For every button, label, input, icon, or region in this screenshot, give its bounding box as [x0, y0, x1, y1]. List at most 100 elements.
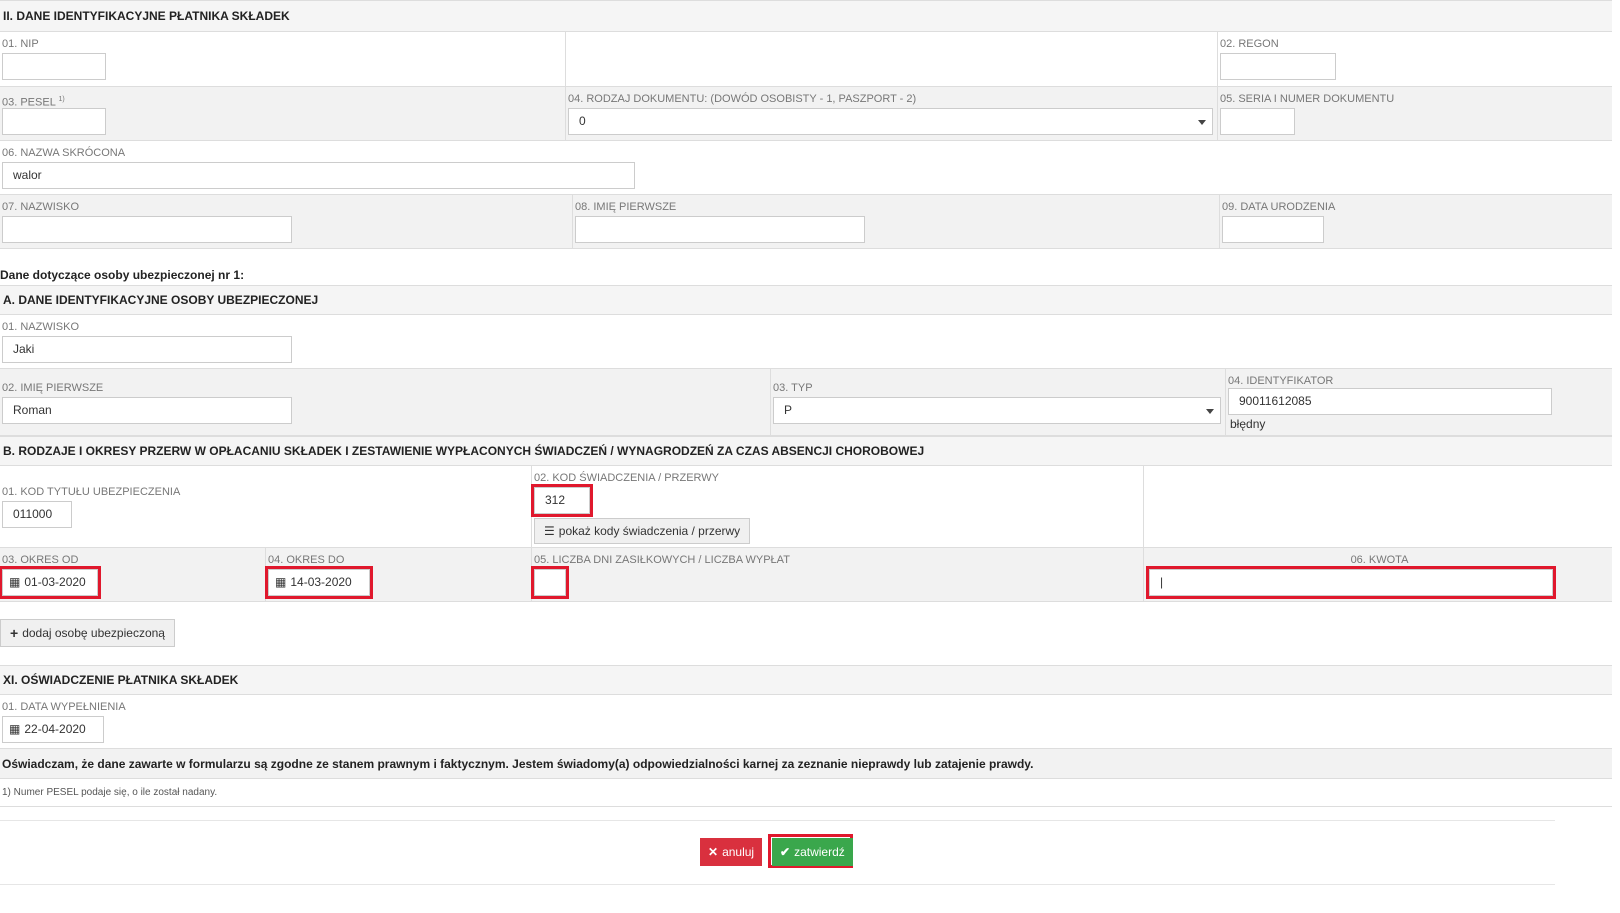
form-footer: ✕ anuluj ✔ zatwierdź [0, 820, 1555, 885]
days-input[interactable] [531, 566, 569, 599]
calendar-icon: ▦ [9, 722, 21, 736]
cell-doc-type: 04. RODZAJ DOKUMENTU: (DOWÓD OSOBISTY - … [566, 87, 1218, 140]
nip-input[interactable] [2, 53, 106, 80]
amount-input[interactable]: | [1146, 566, 1556, 599]
footnote-text: 1) Numer PESEL podaje się, o ile został … [2, 787, 218, 798]
list-icon: ☰ [544, 524, 555, 538]
row-payer-names: 07. NAZWISKO 08. IMIĘ PIERWSZE 09. DATA … [0, 195, 1612, 249]
period-to-value: 14-03-2020 [290, 575, 352, 589]
benefit-code-input[interactable]: 312 [531, 484, 593, 517]
cell-regon: 02. REGON [1218, 32, 1612, 86]
insured-id-input[interactable]: 90011612085 [1228, 388, 1552, 415]
row-fill-date: 01. DATA WYPEŁNIENIA ▦ 22-04-2020 [0, 695, 1612, 749]
add-person-button[interactable]: + dodaj osobę ubezpieczoną [0, 619, 175, 647]
cell-payer-surname: 07. NAZWISKO [0, 195, 573, 248]
statement-row: Oświadczam, że dane zawarte w formularzu… [0, 749, 1612, 779]
birth-date-input[interactable] [1222, 216, 1324, 243]
amount-label: 06. KWOTA [1350, 554, 1409, 566]
fill-date-label: 01. DATA WYPEŁNIENIA [2, 701, 126, 713]
caret-down-icon [1206, 409, 1214, 414]
cell-insured-surname: 01. NAZWISKO Jaki [0, 315, 1612, 368]
insured-id-error: błędny [1230, 417, 1266, 431]
nip-label: 01. NIP [2, 38, 39, 50]
cell-empty [566, 32, 1218, 86]
row-nip-regon: 01. NIP 02. REGON [0, 32, 1612, 87]
title-code-input[interactable]: 011000 [2, 501, 72, 528]
cell-period-to: 04. OKRES DO ▦ 14-03-2020 [265, 548, 532, 601]
insured-type-select[interactable]: P [773, 397, 1221, 424]
cell-title-code: 01. KOD TYTUŁU UBEZPIECZENIA 011000 [0, 466, 532, 547]
benefit-code-label: 02. KOD ŚWIADCZENIA / PRZERWY [534, 472, 719, 484]
section-b-header: B. RODZAJE I OKRESY PRZERW W OPŁACANIU S… [0, 436, 1612, 466]
confirm-label: zatwierdź [794, 845, 845, 859]
add-person-row: + dodaj osobę ubezpieczoną [0, 602, 1612, 665]
section-a-header: A. DANE IDENTYFIKACYJNE OSOBY UBEZPIECZO… [0, 285, 1612, 315]
confirm-button[interactable]: ✔ zatwierdź [772, 838, 853, 866]
period-to-input[interactable]: ▦ 14-03-2020 [265, 566, 373, 599]
insured-first-name-label: 02. IMIĘ PIERWSZE [2, 382, 104, 394]
cell-empty-b [1144, 466, 1612, 547]
cell-payer-first-name: 08. IMIĘ PIERWSZE [573, 195, 1220, 248]
insured-first-name-input[interactable]: Roman [2, 397, 292, 424]
show-codes-label: pokaż kody świadczenia / przerwy [558, 524, 741, 538]
doc-number-label: 05. SERIA I NUMER DOKUMENTU [1220, 93, 1395, 105]
cell-insured-type: 03. TYP P [771, 369, 1226, 435]
section-ii-header: II. DANE IDENTYFIKACYJNE PŁATNIKA SKŁADE… [0, 0, 1612, 32]
plus-icon: + [10, 625, 19, 641]
row-insured-details: 02. IMIĘ PIERWSZE Roman 03. TYP P 04. ID… [0, 369, 1612, 436]
section-xi-title: XI. OŚWIADCZENIE PŁATNIKA SKŁADEK [3, 673, 239, 687]
calendar-icon: ▦ [9, 575, 21, 589]
payer-surname-input[interactable] [2, 216, 292, 243]
insured-surname-label: 01. NAZWISKO [2, 321, 80, 333]
row-pesel-doc: 03. PESEL 1) 04. RODZAJ DOKUMENTU: (DOWÓ… [0, 87, 1612, 141]
statement-text: Oświadczam, że dane zawarte w formularzu… [2, 756, 1034, 771]
period-from-label: 03. OKRES OD [2, 554, 79, 566]
cell-days: 05. LICZBA DNI ZASIŁKOWYCH / LICZBA WYPŁ… [531, 548, 1144, 601]
title-code-label: 01. KOD TYTUŁU UBEZPIECZENIA [2, 486, 181, 498]
section-xi-header: XI. OŚWIADCZENIE PŁATNIKA SKŁADEK [0, 665, 1612, 695]
pesel-label: 03. PESEL 1) [2, 93, 563, 109]
caret-down-icon [1198, 120, 1206, 125]
insured-type-label: 03. TYP [773, 382, 813, 394]
fill-date-value: 22-04-2020 [24, 722, 86, 736]
cell-birth-date: 09. DATA URODZENIA [1220, 195, 1612, 248]
payer-first-name-label: 08. IMIĘ PIERWSZE [575, 201, 677, 213]
row-short-name: 06. NAZWA SKRÓCONA walor [0, 141, 1612, 195]
zus-form: II. DANE IDENTYFIKACYJNE PŁATNIKA SKŁADE… [0, 0, 1612, 807]
regon-input[interactable] [1220, 53, 1336, 80]
short-name-input[interactable]: walor [2, 162, 635, 189]
doc-type-select[interactable]: 0 [568, 108, 1213, 135]
cell-insured-first-name: 02. IMIĘ PIERWSZE Roman [0, 369, 771, 435]
days-label: 05. LICZBA DNI ZASIŁKOWYCH / LICZBA WYPŁ… [534, 554, 790, 566]
cell-insured-id: 04. IDENTYFIKATOR 90011612085 błędny [1226, 369, 1612, 435]
show-codes-button[interactable]: ☰ pokaż kody świadczenia / przerwy [534, 518, 751, 544]
insured-type-value: P [784, 403, 793, 417]
cancel-button[interactable]: ✕ anuluj [700, 838, 763, 866]
pesel-input[interactable] [2, 108, 106, 135]
row-periods: 03. OKRES OD ▦ 01-03-2020 04. OKRES DO ▦ 1… [0, 548, 1612, 602]
section-ii-title: II. DANE IDENTYFIKACYJNE PŁATNIKA SKŁADE… [3, 9, 290, 23]
section-a-title: A. DANE IDENTYFIKACYJNE OSOBY UBEZPIECZO… [3, 293, 319, 307]
fill-date-input[interactable]: ▦ 22-04-2020 [2, 716, 104, 743]
birth-date-label: 09. DATA URODZENIA [1222, 201, 1336, 213]
insured-id-label: 04. IDENTYFIKATOR [1228, 375, 1334, 387]
period-from-input[interactable]: ▦ 01-03-2020 [0, 566, 101, 599]
cell-nip: 01. NIP [0, 32, 566, 86]
add-person-label: dodaj osobę ubezpieczoną [22, 626, 165, 640]
calendar-icon: ▦ [275, 575, 287, 589]
footnote-row: 1) Numer PESEL podaje się, o ile został … [0, 779, 1612, 807]
cell-period-from: 03. OKRES OD ▦ 01-03-2020 [0, 548, 266, 601]
payer-first-name-input[interactable] [575, 216, 865, 243]
insured-surname-input[interactable]: Jaki [2, 336, 292, 363]
short-name-label: 06. NAZWA SKRÓCONA [2, 147, 126, 159]
close-icon: ✕ [708, 845, 719, 859]
pesel-footnote-mark: 1) [58, 96, 65, 103]
row-benefit-codes: 01. KOD TYTUŁU UBEZPIECZENIA 011000 02. … [0, 466, 1612, 548]
doc-number-input[interactable] [1220, 108, 1295, 135]
insured-heading-row: Dane dotyczące osoby ubezpieczonej nr 1: [0, 249, 1612, 285]
period-to-label: 04. OKRES DO [268, 554, 345, 566]
cell-benefit-code: 02. KOD ŚWIADCZENIA / PRZERWY 312 ☰ poka… [531, 466, 1144, 547]
payer-surname-label: 07. NAZWISKO [2, 201, 80, 213]
section-b-title: B. RODZAJE I OKRESY PRZERW W OPŁACANIU S… [3, 444, 925, 458]
doc-type-value: 0 [579, 114, 586, 128]
